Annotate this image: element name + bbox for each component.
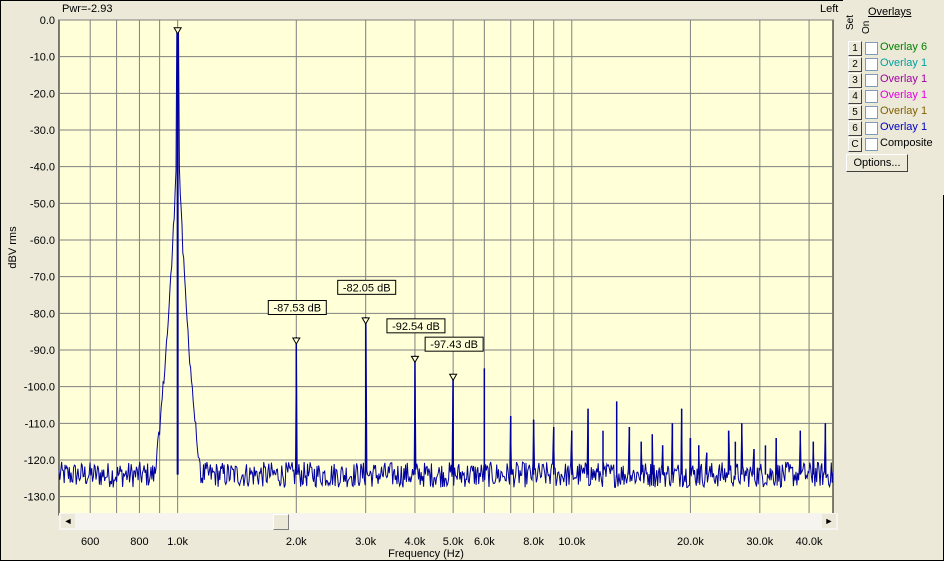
y-tick-label: -110.0 — [25, 418, 55, 430]
y-tick-label: -100.0 — [24, 382, 55, 394]
overlay-row: 4 Overlay 1 — [843, 88, 944, 104]
x-axis-label: Frequency (Hz) — [388, 548, 464, 560]
overlays-title: Overlays — [868, 6, 912, 18]
y-tick-label: -70.0 — [30, 272, 55, 284]
overlay-row: 3 Overlay 1 — [843, 72, 944, 88]
y-tick-label: -130.0 — [24, 492, 55, 504]
on-column-header: On — [861, 20, 872, 34]
overlay-set-button[interactable]: 2 — [848, 57, 862, 72]
x-tick-label: 600 — [81, 536, 99, 548]
overlay-label: Overlay 1 — [880, 73, 928, 85]
overlay-row: 5 Overlay 1 — [843, 104, 944, 120]
plot-area — [58, 19, 834, 516]
overlay-set-button[interactable]: 5 — [848, 105, 862, 120]
overlay-on-checkbox[interactable] — [865, 122, 878, 135]
overlay-on-checkbox[interactable] — [865, 74, 878, 87]
scroll-left-button[interactable]: ◄ — [61, 514, 75, 528]
overlay-set-button[interactable]: 3 — [848, 73, 862, 88]
overlay-row: 1 Overlay 6 — [843, 40, 944, 56]
overlay-label: Overlay 6 — [880, 41, 928, 53]
overlays-panel: Overlays Set On 1 Overlay 6 2 Overlay 1 3 Ove… — [843, 0, 944, 195]
y-axis-label: dBV rms — [7, 226, 19, 269]
y-tick-label: -20.0 — [30, 88, 55, 100]
x-tick-label: 1.0k — [167, 536, 188, 548]
y-tick-label: -30.0 — [30, 125, 55, 137]
frequency-scrollbar[interactable]: ◄ ► — [59, 513, 838, 530]
x-tick-label: 10.0k — [558, 536, 585, 548]
set-column-header: Set — [845, 14, 856, 30]
x-tick-label: 3.0k — [355, 536, 376, 548]
x-tick-label: 4.0k — [405, 536, 426, 548]
overlay-label: Overlay 1 — [880, 121, 928, 133]
y-tick-label: -80.0 — [30, 308, 55, 320]
overlay-label: Overlay 1 — [880, 105, 928, 117]
y-tick-label: -60.0 — [30, 235, 55, 247]
scrollbar-thumb[interactable] — [272, 514, 289, 530]
overlay-row: 2 Overlay 1 — [843, 56, 944, 72]
x-tick-label: 40.0k — [796, 536, 823, 548]
overlay-set-button[interactable]: 4 — [848, 89, 862, 104]
y-tick-label: -120.0 — [24, 455, 55, 467]
marker-label: -82.05 dB — [343, 282, 391, 294]
overlay-on-checkbox[interactable] — [865, 90, 878, 103]
options-button[interactable]: Options... — [846, 154, 908, 172]
overlay-label: Overlay 1 — [880, 57, 928, 69]
x-tick-label: 2.0k — [286, 536, 307, 548]
overlay-on-checkbox[interactable] — [865, 106, 878, 119]
marker-label: -97.43 dB — [430, 339, 478, 351]
scroll-right-button[interactable]: ► — [822, 514, 836, 528]
x-tick-label: 6.0k — [474, 536, 495, 548]
y-tick-label: -40.0 — [30, 162, 55, 174]
fft-spectrum-chart: 0.0 -10.0 -20.0 -30.0 -40.0 -50.0 -60.0 -70.0 -8… — [7, 15, 834, 560]
overlay-label: Composite — [880, 137, 933, 149]
x-tick-label: 20.0k — [677, 536, 704, 548]
marker-label: -87.53 dB — [273, 303, 321, 315]
overlay-set-button[interactable]: 6 — [848, 121, 862, 136]
y-tick-label: -50.0 — [30, 198, 55, 210]
overlay-row: 6 Overlay 1 — [843, 120, 944, 136]
overlay-on-checkbox[interactable] — [865, 138, 878, 151]
overlay-on-checkbox[interactable] — [865, 42, 878, 55]
overlay-set-button[interactable]: C — [848, 137, 862, 152]
x-tick-label: 8.0k — [523, 536, 544, 548]
y-tick-label: 0.0 — [40, 15, 55, 27]
x-tick-label: 800 — [130, 536, 148, 548]
x-tick-label: 5.0k — [443, 536, 464, 548]
overlay-label: Overlay 1 — [880, 89, 928, 101]
x-tick-label: 30.0k — [746, 536, 773, 548]
overlay-set-button[interactable]: 1 — [848, 41, 862, 56]
overlay-on-checkbox[interactable] — [865, 58, 878, 71]
marker-label: -92.54 dB — [392, 321, 440, 333]
y-tick-label: -10.0 — [30, 52, 55, 64]
y-tick-label: -90.0 — [30, 345, 55, 357]
overlay-row: C Composite — [843, 136, 944, 152]
